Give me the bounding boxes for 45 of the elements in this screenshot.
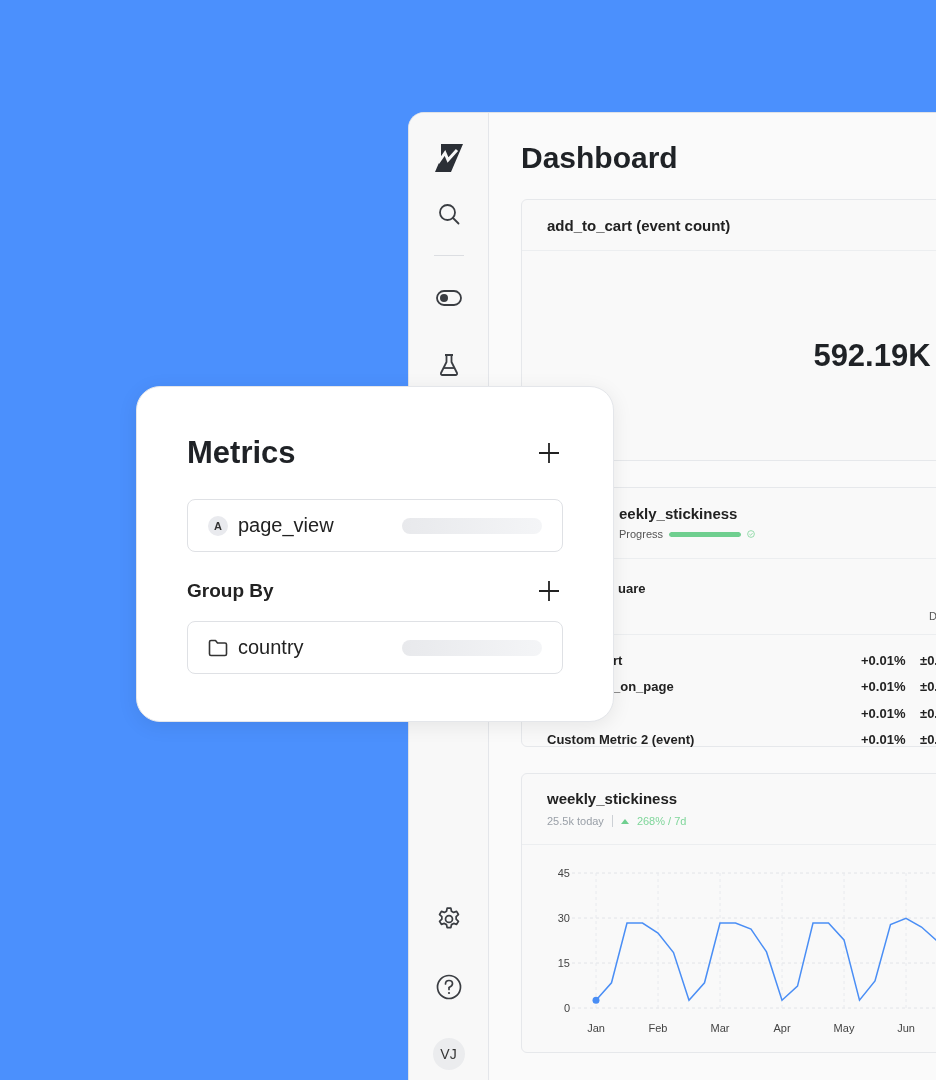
table-cell-text: +0.01% — [861, 652, 907, 668]
column-header: D — [928, 609, 936, 622]
metric-name: Custom Metric 2 (event) — [547, 732, 696, 748]
field-value: country — [238, 636, 304, 659]
axis-label: Apr — [773, 1022, 791, 1034]
up-triangle-icon — [620, 818, 629, 824]
section-title: Group By — [187, 579, 274, 603]
card-title: weekly_stickiness — [547, 790, 678, 807]
field-value: page_view — [238, 514, 334, 537]
add-icon[interactable] — [537, 579, 561, 603]
selector-field[interactable]: country — [187, 621, 563, 674]
search-icon[interactable] — [436, 202, 461, 226]
card-title: eekly_stickiness — [619, 505, 738, 522]
selector-field[interactable]: A page_view — [187, 499, 563, 552]
axis-label: Mar — [710, 1022, 730, 1034]
axis-label: 45 — [557, 867, 570, 879]
axis-label: Jan — [587, 1022, 605, 1034]
card-title: add_to_cart (event count) — [547, 216, 731, 234]
logo-icon[interactable] — [432, 144, 465, 172]
status-text: Progress — [619, 528, 664, 540]
table-cell-text: +0.01% — [861, 732, 907, 748]
axis-label: 30 — [557, 912, 570, 924]
help-icon[interactable] — [435, 974, 462, 1000]
page-title: Dashboard — [521, 140, 679, 176]
metric-group-title: uare — [618, 580, 646, 597]
today-count: 25.5k today — [547, 815, 604, 827]
metric-name: _on_page — [612, 679, 675, 695]
event-count-value: 592.19K — [813, 337, 931, 374]
axis-label: 15 — [557, 957, 570, 969]
user-avatar[interactable]: VJ — [432, 1038, 465, 1070]
change-rate: 268% / 7d — [636, 815, 687, 827]
table-cell-text: +0.01% — [861, 679, 907, 695]
table-cell-text: +0.01% — [861, 705, 907, 721]
letter-badge: A — [208, 515, 228, 536]
section-title: Metrics — [187, 435, 296, 471]
toggle-icon[interactable] — [435, 290, 462, 306]
axis-label: Jun — [897, 1022, 915, 1034]
add-icon[interactable] — [537, 441, 561, 465]
check-icon — [747, 530, 756, 538]
folder-icon — [208, 638, 228, 657]
axis-label: May — [833, 1022, 855, 1034]
axis-label: 0 — [563, 1002, 570, 1014]
axis-label: Feb — [648, 1022, 668, 1034]
data-point — [592, 996, 600, 1004]
metric-name: rt — [612, 652, 624, 668]
